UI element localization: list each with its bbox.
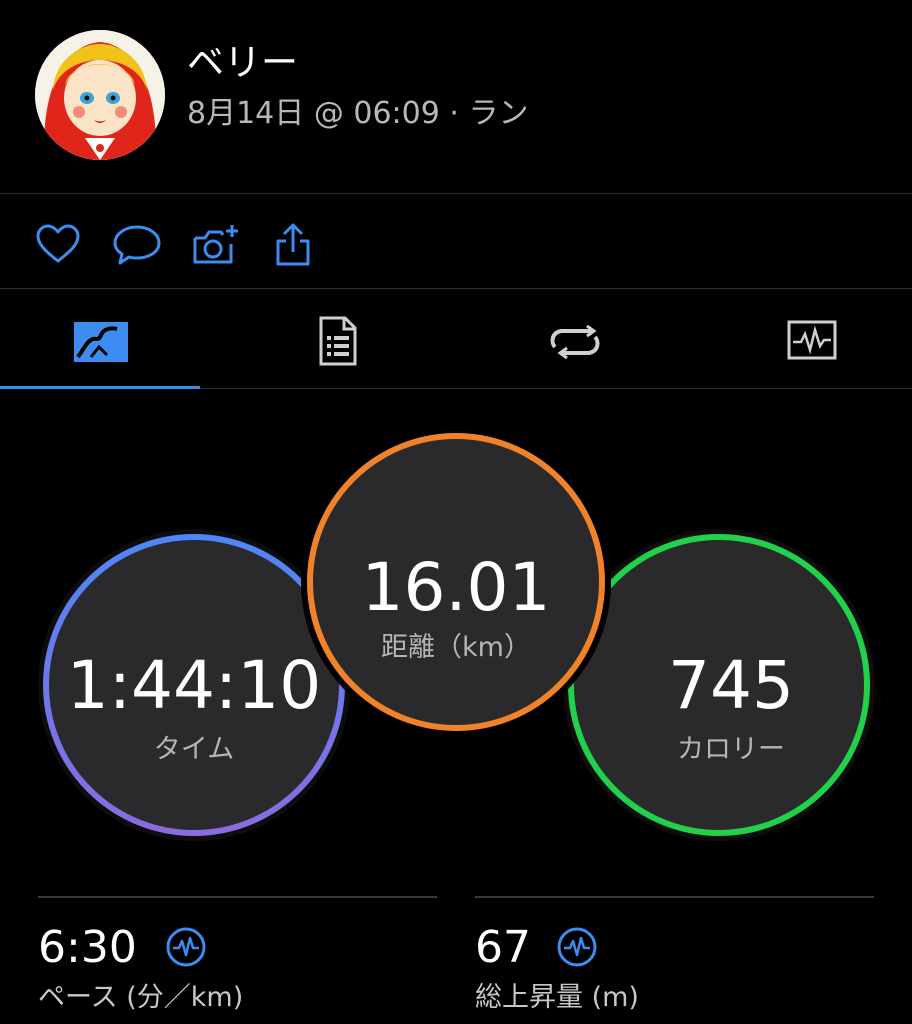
pace-chart-button[interactable]: [165, 926, 207, 968]
repeat-laps-icon: [550, 325, 600, 359]
pace-value: 6:30: [38, 922, 137, 973]
at-sign: @: [313, 96, 344, 131]
overview-icon: [74, 322, 128, 362]
details-tab[interactable]: [290, 289, 390, 389]
activity-chart-icon: [787, 320, 837, 360]
username[interactable]: ベリー: [187, 32, 298, 86]
activity-timestamp: 8月14日 @ 06:09 · ラン: [187, 88, 528, 132]
activity-header: ベリー 8月14日 @ 06:09 · ラン: [0, 0, 912, 193]
elevation-divider: [475, 896, 874, 898]
add-photo-button[interactable]: [191, 222, 241, 268]
activity-type: ラン: [468, 96, 529, 131]
elevation-chart-button[interactable]: [556, 926, 598, 968]
pace-divider: [38, 896, 437, 898]
activity-time: 06:09: [353, 96, 440, 131]
add-photo-icon: [193, 225, 238, 264]
comment-icon: [113, 225, 161, 265]
pulse-icon: [557, 927, 597, 967]
distance-metric-ring[interactable]: 16.01 距離（km）: [301, 427, 611, 737]
calories-value: 745: [668, 647, 794, 724]
pulse-icon: [166, 927, 206, 967]
charts-tab[interactable]: [762, 289, 862, 389]
heart-icon: [36, 224, 80, 263]
activity-date: 8月14日: [187, 96, 305, 131]
distance-value: 16.01: [361, 549, 551, 626]
comment-button[interactable]: [112, 222, 162, 268]
document-list-icon: [319, 316, 357, 366]
pace-label: ペース (分／km): [38, 982, 244, 1013]
like-button[interactable]: [35, 222, 81, 268]
elevation-value: 67: [475, 922, 531, 973]
elevation-label: 総上昇量 (m): [475, 982, 639, 1013]
separator-dot: ·: [449, 96, 459, 131]
avatar[interactable]: [35, 30, 165, 160]
distance-label: 距離（km）: [381, 632, 531, 663]
share-icon: [276, 223, 310, 266]
calories-label: カロリー: [677, 734, 785, 765]
share-button[interactable]: [270, 222, 316, 268]
active-tab-indicator: [0, 386, 200, 389]
header-divider: [0, 193, 912, 194]
overview-tab[interactable]: [0, 289, 200, 389]
laps-tab[interactable]: [525, 289, 625, 389]
matryoshka-avatar-image: [35, 30, 165, 160]
